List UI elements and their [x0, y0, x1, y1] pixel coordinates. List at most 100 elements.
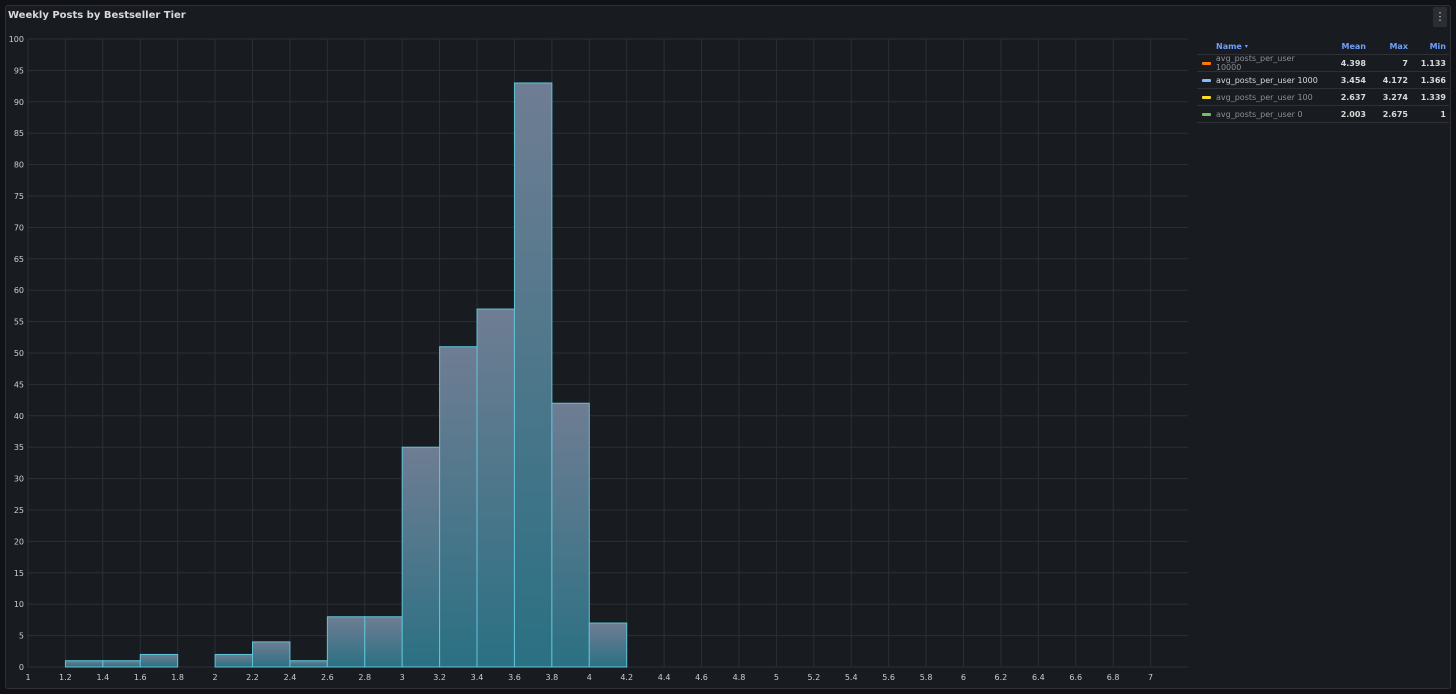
x-tick-label: 5.6	[882, 673, 895, 682]
legend-min-value: 1	[1440, 109, 1446, 119]
legend-max-value: 2.675	[1382, 109, 1408, 119]
y-tick-label: 45	[14, 380, 24, 389]
x-tick-label: 1	[25, 673, 30, 682]
kebab-menu-icon[interactable]: ⋮	[1433, 7, 1447, 27]
legend-max-value: 7	[1402, 58, 1408, 68]
legend-row[interactable]: avg_posts_per_user 10000 4.398 7 1.133	[1197, 54, 1449, 72]
x-tick-label: 3.2	[433, 673, 446, 682]
histogram-bar	[252, 641, 291, 668]
x-tick-label: 6.8	[1107, 673, 1120, 682]
legend-series-name: avg_posts_per_user 100	[1197, 93, 1321, 102]
x-tick-label: 3.4	[471, 673, 484, 682]
y-tick-label: 25	[14, 506, 24, 515]
x-tick-label: 6	[961, 673, 966, 682]
histogram-bar	[364, 616, 403, 668]
series-color-swatch	[1202, 61, 1211, 65]
y-tick-label: 65	[14, 255, 24, 264]
histogram-bar	[102, 660, 141, 668]
legend-mean-value: 2.003	[1340, 109, 1366, 119]
legend-min-value: 1.366	[1420, 75, 1446, 85]
legend-series-name: avg_posts_per_user 1000	[1197, 76, 1321, 85]
series-color-swatch	[1202, 95, 1211, 99]
x-tick-label: 4.4	[658, 673, 671, 682]
legend-min-value: 1.133	[1420, 58, 1446, 68]
legend-header: Name ▾ Mean Max Min	[1197, 38, 1449, 55]
histogram-bar	[139, 653, 179, 668]
legend-max-value: 3.274	[1382, 92, 1408, 102]
legend-mean-value: 3.454	[1340, 75, 1366, 85]
x-tick-label: 5	[774, 673, 779, 682]
x-tick-label: 5.4	[845, 673, 858, 682]
legend-mean-value: 2.637	[1340, 92, 1366, 102]
histogram-bar	[326, 616, 366, 668]
sort-desc-icon: ▾	[1244, 42, 1248, 50]
x-tick-label: 3	[400, 673, 405, 682]
y-tick-label: 85	[14, 129, 24, 138]
legend-row[interactable]: avg_posts_per_user 0 2.003 2.675 1	[1197, 106, 1449, 123]
x-tick-label: 7	[1148, 673, 1153, 682]
y-tick-label: 100	[9, 35, 24, 44]
x-tick-label: 6.2	[995, 673, 1008, 682]
x-tick-label: 3.8	[546, 673, 559, 682]
y-tick-label: 70	[14, 223, 24, 232]
legend-header-name[interactable]: Name ▾	[1197, 42, 1321, 51]
histogram-bar	[64, 660, 104, 668]
x-tick-label: 1.8	[171, 673, 184, 682]
x-tick-label: 1.2	[59, 673, 72, 682]
y-tick-label: 5	[19, 632, 24, 641]
x-tick-label: 1.4	[96, 673, 109, 682]
legend-series-name: avg_posts_per_user 0	[1197, 110, 1321, 119]
y-tick-label: 10	[14, 600, 24, 609]
series-color-swatch	[1202, 112, 1211, 116]
legend-row[interactable]: avg_posts_per_user 1000 3.454 4.172 1.366	[1197, 72, 1449, 89]
legend-header-max[interactable]: Max	[1366, 42, 1408, 51]
histogram-chart: 0510152025303540455055606570758085909510…	[9, 35, 1188, 682]
y-tick-label: 50	[14, 349, 24, 358]
histogram-bar	[588, 622, 628, 668]
y-tick-label: 20	[14, 537, 24, 546]
legend-table: Name ▾ Mean Max Min avg_posts_per_user 1…	[1197, 38, 1449, 123]
histogram-bar	[551, 402, 590, 668]
x-tick-label: 2.6	[321, 673, 334, 682]
x-tick-label: 2.4	[284, 673, 297, 682]
y-tick-label: 30	[14, 475, 24, 484]
histogram-bar	[289, 660, 328, 668]
y-tick-label: 80	[14, 161, 24, 170]
legend-header-name-label: Name	[1216, 41, 1242, 51]
y-tick-label: 90	[14, 98, 24, 107]
histogram-bar	[401, 446, 441, 668]
legend-series-label: avg_posts_per_user 1000	[1216, 75, 1318, 85]
histogram-bar	[513, 82, 553, 668]
x-tick-label: 2.8	[358, 673, 371, 682]
y-tick-label: 75	[14, 192, 24, 201]
y-tick-label: 15	[14, 569, 24, 578]
x-tick-label: 4.8	[733, 673, 746, 682]
series-color-swatch	[1202, 78, 1211, 82]
x-tick-label: 5.2	[807, 673, 820, 682]
legend-mean-value: 4.398	[1340, 58, 1366, 68]
x-tick-label: 4.2	[620, 673, 633, 682]
y-tick-label: 40	[14, 412, 24, 421]
legend-header-mean[interactable]: Mean	[1321, 42, 1366, 51]
histogram-bar	[476, 308, 515, 668]
x-tick-label: 4	[587, 673, 592, 682]
legend-header-min[interactable]: Min	[1408, 42, 1446, 51]
x-tick-label: 4.6	[695, 673, 708, 682]
histogram-bar	[439, 346, 478, 668]
y-tick-label: 60	[14, 286, 24, 295]
x-tick-label: 3.6	[508, 673, 521, 682]
x-tick-label: 6.6	[1069, 673, 1082, 682]
y-tick-label: 55	[14, 318, 24, 327]
x-tick-label: 2.2	[246, 673, 259, 682]
y-tick-label: 95	[14, 66, 24, 75]
legend-max-value: 4.172	[1382, 75, 1408, 85]
y-tick-label: 35	[14, 443, 24, 452]
legend-series-name: avg_posts_per_user 10000	[1197, 54, 1321, 72]
histogram-bar	[214, 653, 254, 668]
x-tick-label: 5.8	[920, 673, 933, 682]
x-tick-label: 6.4	[1032, 673, 1045, 682]
x-tick-label: 1.6	[134, 673, 147, 682]
legend-min-value: 1.339	[1420, 92, 1446, 102]
legend-series-label: avg_posts_per_user 0	[1216, 109, 1303, 119]
legend-row[interactable]: avg_posts_per_user 100 2.637 3.274 1.339	[1197, 89, 1449, 106]
